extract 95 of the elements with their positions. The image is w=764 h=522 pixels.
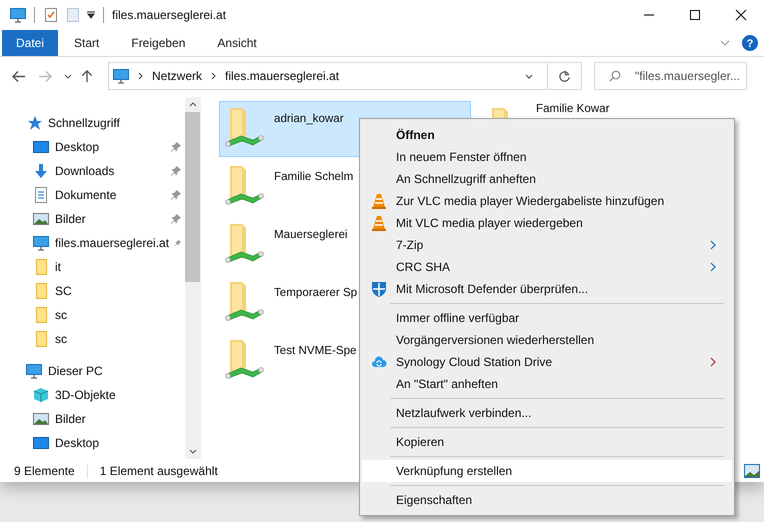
- navigation-item[interactable]: Dokumente: [0, 183, 185, 207]
- scroll-up-icon[interactable]: [188, 102, 196, 107]
- refresh-icon: [558, 70, 571, 82]
- menu-item[interactable]: 7-Zip: [362, 234, 732, 256]
- star-icon: [26, 115, 42, 131]
- network-folder-icon: [224, 106, 264, 150]
- picture-icon: [33, 211, 49, 227]
- menu-item[interactable]: An "Start" anheften: [362, 373, 732, 395]
- menu-item[interactable]: CRC SHA: [362, 256, 732, 278]
- menu-item[interactable]: Kopieren: [362, 431, 732, 453]
- breadcrumb[interactable]: Netzwerk: [152, 69, 202, 83]
- navigation-item[interactable]: Schnellzugriff: [0, 111, 185, 135]
- menu-item[interactable]: Synology Cloud Station Drive: [362, 351, 732, 373]
- navigation-item[interactable]: Desktop: [0, 135, 185, 159]
- folder-name: Test NVME-Spe: [274, 344, 356, 357]
- breadcrumb-chevron-icon[interactable]: [211, 72, 216, 80]
- network-folder-icon: [224, 280, 264, 324]
- ribbon-tab[interactable]: Freigeben: [115, 30, 202, 56]
- pin-icon: [171, 166, 181, 176]
- scroll-down-icon[interactable]: [188, 449, 196, 454]
- menu-item[interactable]: Mit VLC media player wiedergeben: [362, 212, 732, 234]
- dropdown-caret-icon[interactable]: [87, 11, 95, 19]
- navigation-item[interactable]: SC: [0, 279, 185, 303]
- checklist-icon[interactable]: [43, 7, 59, 23]
- folder-name: Familie Kowar: [536, 102, 610, 115]
- folder-icon: [33, 259, 49, 275]
- navigation-item[interactable]: sc: [0, 327, 185, 351]
- network-folder-icon: [224, 338, 264, 382]
- folder-name: Familie Schelm: [274, 170, 354, 183]
- ribbon-tab[interactable]: Ansicht: [201, 30, 273, 56]
- help-icon[interactable]: ?: [742, 35, 758, 51]
- pin-icon: [175, 238, 181, 248]
- scrollbar-thumb[interactable]: [185, 112, 200, 282]
- traffic-cone-icon: [371, 215, 387, 231]
- recent-caret-icon[interactable]: [64, 74, 72, 78]
- submenu-chevron-icon: [710, 357, 716, 367]
- search-icon: [609, 70, 621, 82]
- navigation-item[interactable]: Dieser PC: [0, 359, 185, 383]
- pin-icon: [171, 190, 181, 200]
- computer-icon: [26, 363, 42, 379]
- pin-icon: [171, 214, 181, 224]
- selection-count: 1 Element ausgewählt: [100, 464, 218, 478]
- chevron-down-icon[interactable]: [525, 74, 533, 78]
- folder-name: Mauerseglerei: [274, 228, 348, 241]
- menu-item[interactable]: Mit Microsoft Defender überprüfen...: [362, 278, 732, 300]
- back-arrow-icon[interactable]: [12, 70, 26, 82]
- cloud-icon: [371, 354, 387, 370]
- navigation-item[interactable]: Desktop: [0, 431, 185, 455]
- menu-item[interactable]: An Schnellzugriff anheften: [362, 168, 732, 190]
- breadcrumb-chevron-icon[interactable]: [138, 72, 143, 80]
- folder-name: adrian_kowar: [274, 112, 344, 125]
- cube-icon: [33, 387, 49, 403]
- item-count: 9 Elemente: [14, 464, 75, 478]
- menu-item[interactable]: Zur VLC media player Wiedergabeliste hinzufügen: [362, 190, 732, 212]
- window-title: files.mauerseglerei.at: [112, 8, 226, 22]
- pin-icon: [171, 142, 181, 152]
- ribbon-tab[interactable]: Start: [58, 30, 116, 56]
- menu-item[interactable]: Vorgängerversionen wiederherstellen: [362, 329, 732, 351]
- menu-item[interactable]: Eigenschaften: [362, 489, 732, 511]
- scrollbar[interactable]: [185, 97, 200, 459]
- shield-icon: [371, 281, 387, 297]
- download-arrow-icon: [33, 163, 49, 179]
- search-field[interactable]: "files.mauersegler...: [594, 62, 747, 90]
- navigation-item[interactable]: files.mauerseglerei.at: [0, 231, 185, 255]
- network-folder-icon: [224, 164, 264, 208]
- navigation-item[interactable]: it: [0, 255, 185, 279]
- desktop-icon: [33, 435, 49, 451]
- refresh-button[interactable]: [548, 62, 582, 90]
- computer-icon: [33, 235, 49, 251]
- breadcrumb[interactable]: files.mauerseglerei.at: [225, 69, 340, 83]
- navigation-item[interactable]: Bilder: [0, 407, 185, 431]
- up-arrow-icon[interactable]: [80, 70, 94, 82]
- desktop-icon: [33, 139, 49, 155]
- picture-icon: [33, 411, 49, 427]
- computer-icon[interactable]: [10, 7, 26, 23]
- folder-icon: [33, 307, 49, 323]
- navigation-item[interactable]: 3D-Objekte: [0, 383, 185, 407]
- folder-icon: [33, 283, 49, 299]
- ribbon-tab[interactable]: Datei: [2, 30, 58, 56]
- document-icon: [33, 187, 49, 203]
- menu-item[interactable]: Netzlaufwerk verbinden...: [362, 402, 732, 424]
- network-folder-icon: [224, 222, 264, 266]
- menu-item[interactable]: Verknüpfung erstellen: [362, 460, 732, 482]
- navigation-item[interactable]: Bilder: [0, 207, 185, 231]
- navigation-item[interactable]: Downloads: [0, 159, 185, 183]
- folder-icon: [33, 331, 49, 347]
- address-bar[interactable]: Netzwerk files.mauerseglerei.at: [108, 62, 548, 90]
- traffic-cone-icon: [371, 193, 387, 209]
- menu-item[interactable]: Immer offline verfügbar: [362, 307, 732, 329]
- submenu-chevron-icon: [710, 240, 716, 250]
- navigation-item[interactable]: sc: [0, 303, 185, 327]
- computer-icon: [113, 68, 129, 84]
- submenu-chevron-icon: [710, 262, 716, 272]
- folder-name: Temporaerer Sp: [274, 286, 358, 299]
- large-icons-view-icon[interactable]: [744, 464, 760, 478]
